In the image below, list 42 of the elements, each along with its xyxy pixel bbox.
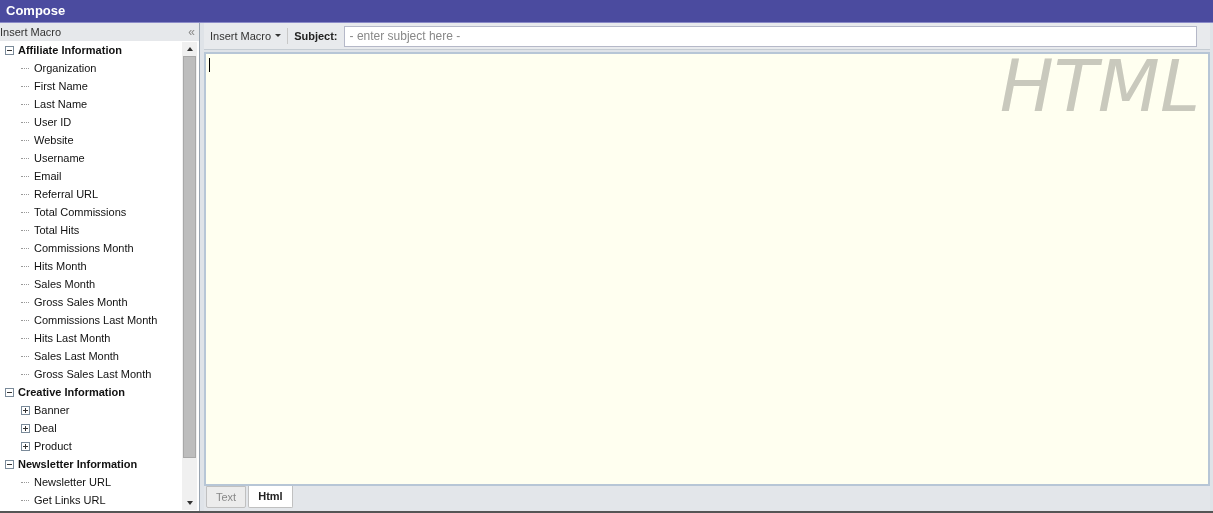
tree-item[interactable]: Newsletter URL <box>34 473 112 491</box>
tree-item[interactable]: Total Hits <box>34 221 80 239</box>
expand-icon[interactable] <box>21 423 30 433</box>
tree-item[interactable]: First Name <box>34 77 88 95</box>
tree-item[interactable]: Get Links URL <box>34 491 106 509</box>
insert-macro-button[interactable]: Insert Macro <box>210 27 289 45</box>
subject-label: Subject: <box>294 28 338 44</box>
text-cursor <box>209 58 210 72</box>
tree-item[interactable]: Website <box>34 131 74 149</box>
collapse-icon[interactable] <box>5 45 14 55</box>
scrollbar[interactable] <box>182 42 197 510</box>
window-title: Compose <box>6 2 66 21</box>
tree-item[interactable]: Hits Month <box>34 257 87 275</box>
tree-item[interactable]: Product <box>34 437 72 455</box>
caret-icon <box>275 34 282 38</box>
tree-item[interactable]: Commissions Last Month <box>34 311 158 329</box>
scroll-thumb[interactable] <box>183 56 196 458</box>
tree-item[interactable]: Commissions Month <box>34 239 134 257</box>
tree-item[interactable]: Organization <box>34 59 97 77</box>
tree-item[interactable]: Creative Information <box>18 383 125 401</box>
tree-item[interactable]: Affiliate Information <box>18 41 122 59</box>
tab[interactable]: Html <box>248 486 293 508</box>
tree-item[interactable]: Hits Last Month <box>34 329 111 347</box>
subject-field[interactable]: - enter subject here - <box>343 25 1197 47</box>
tree-item[interactable]: Username <box>34 149 85 167</box>
expand-icon[interactable] <box>21 441 30 451</box>
tree-item[interactable]: User ID <box>34 113 72 131</box>
tree-item[interactable]: Newsletter Information <box>18 455 138 473</box>
collapse-icon[interactable] <box>5 459 14 469</box>
tree-item[interactable]: Gross Sales Last Month <box>34 365 152 383</box>
panel-title: Insert Macro <box>0 24 62 40</box>
tree-item[interactable]: Banner <box>34 401 70 419</box>
collapse-icon[interactable] <box>5 387 14 397</box>
tree-item[interactable]: Gross Sales Month <box>34 293 128 311</box>
tree-item[interactable]: Total Commissions <box>34 203 127 221</box>
tree-item[interactable]: Email <box>34 167 62 185</box>
expand-icon[interactable] <box>21 405 30 415</box>
tree-item[interactable]: Deal <box>34 419 57 437</box>
tree-item[interactable]: Referral URL <box>34 185 99 203</box>
tree-item[interactable]: Sales Month <box>34 275 96 293</box>
tree-item[interactable]: Sales Last Month <box>34 347 119 365</box>
tree-item[interactable]: Last Name <box>34 95 88 113</box>
